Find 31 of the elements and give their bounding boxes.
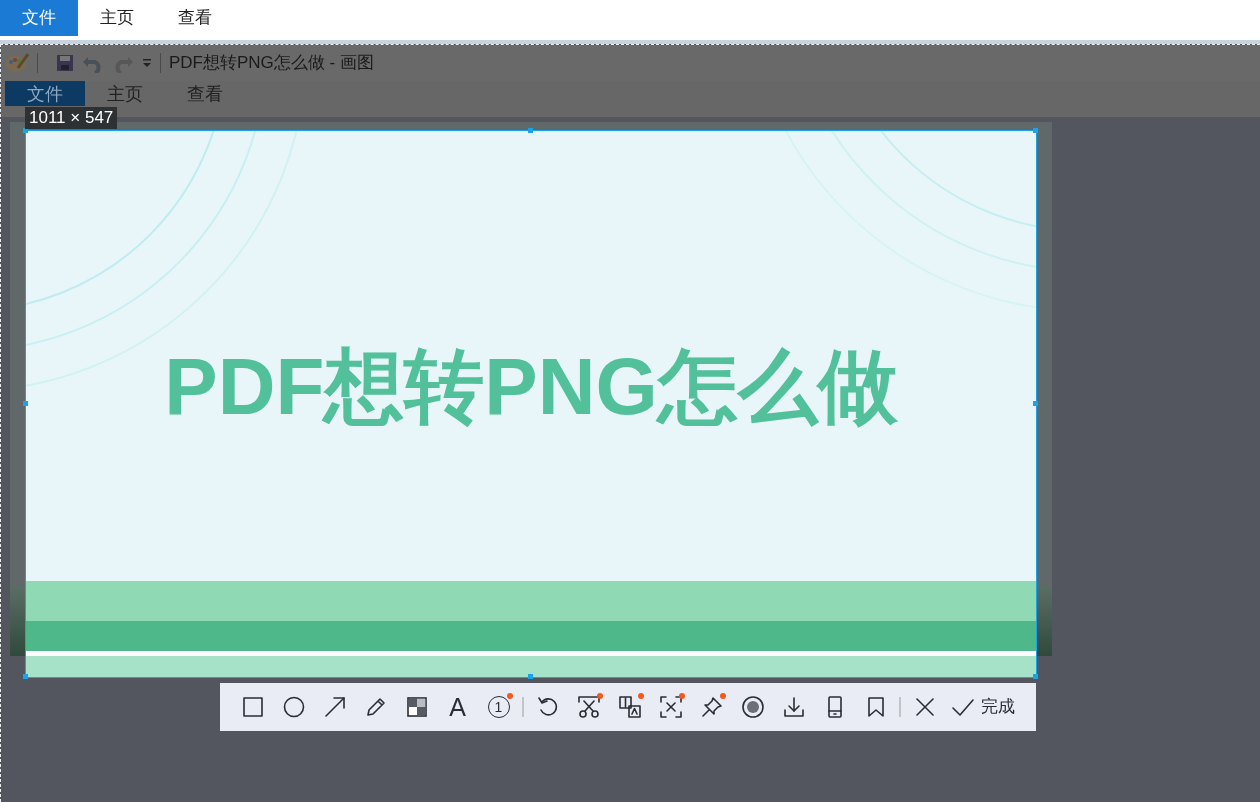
pushpin-icon bbox=[699, 695, 724, 719]
save-icon[interactable] bbox=[56, 54, 74, 72]
resize-handle[interactable] bbox=[23, 674, 28, 679]
dropdown-icon[interactable] bbox=[142, 58, 152, 68]
scan-icon bbox=[658, 695, 683, 719]
mosaic-icon bbox=[404, 695, 429, 719]
text-tool[interactable]: A bbox=[437, 688, 478, 726]
resize-handle[interactable] bbox=[528, 674, 533, 679]
menu-tab[interactable]: 查看 bbox=[156, 0, 234, 36]
resize-handle[interactable] bbox=[23, 401, 28, 406]
translate-icon bbox=[617, 695, 642, 719]
resize-handle[interactable] bbox=[1033, 401, 1038, 406]
menu-tab[interactable]: 主页 bbox=[78, 0, 156, 36]
palette-icon bbox=[5, 52, 29, 74]
circle-icon bbox=[281, 695, 306, 719]
window-title: PDF想转PNG怎么做 - 画图 bbox=[169, 52, 374, 75]
download-icon bbox=[781, 695, 806, 719]
square-icon bbox=[240, 695, 265, 719]
number-tool[interactable]: 1 bbox=[478, 688, 519, 726]
arrow-icon bbox=[322, 695, 347, 719]
size-label: 1011 × 547 bbox=[25, 107, 118, 130]
resize-handle[interactable] bbox=[528, 128, 533, 133]
menu-tab[interactable]: 文件 bbox=[0, 0, 78, 36]
done-button[interactable]: 完成 bbox=[945, 688, 1021, 726]
resize-handle[interactable] bbox=[1033, 674, 1038, 679]
scissors-icon bbox=[576, 695, 601, 719]
record-icon bbox=[740, 695, 765, 719]
image-heading: PDF想转PNG怎么做 bbox=[163, 343, 899, 431]
menu-tab[interactable]: 文件 bbox=[5, 81, 85, 106]
resize-handle[interactable] bbox=[1033, 128, 1038, 133]
undo-icon bbox=[535, 695, 560, 719]
